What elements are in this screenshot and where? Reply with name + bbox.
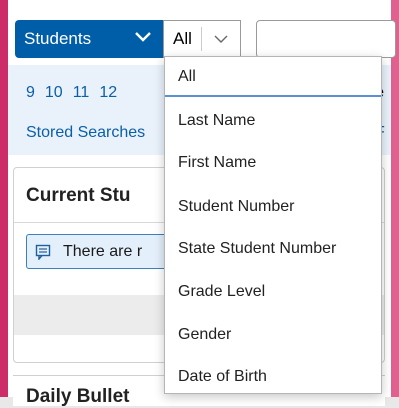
- left-accent-border: [0, 0, 8, 397]
- grade-link-10[interactable]: 10: [45, 84, 63, 102]
- select-separator: [201, 27, 202, 51]
- dropdown-option-highlight: [165, 57, 381, 97]
- record-type-select[interactable]: Students: [15, 20, 163, 58]
- dropdown-option-student-number[interactable]: Student Number: [178, 198, 295, 216]
- search-field-label: All: [173, 29, 192, 48]
- grade-level-links: 9 10 11 12: [26, 84, 117, 102]
- search-field-select[interactable]: All: [163, 20, 241, 58]
- dropdown-option-grade-level[interactable]: Grade Level: [178, 283, 265, 301]
- dropdown-option-date-of-birth[interactable]: Date of Birth: [178, 368, 267, 386]
- info-message-text: There are r: [63, 242, 143, 260]
- record-type-label: Students: [24, 29, 92, 48]
- grade-link-12[interactable]: 12: [99, 84, 117, 102]
- stored-searches-link[interactable]: Stored Searches: [26, 124, 145, 142]
- panel-title: Current Stu: [26, 185, 131, 206]
- dropdown-option-first-name[interactable]: First Name: [178, 154, 256, 172]
- search-field-dropdown: All Last Name First Name Student Number …: [164, 56, 382, 394]
- search-input[interactable]: [256, 20, 396, 58]
- chevron-down-icon: [135, 32, 151, 42]
- dropdown-option-last-name[interactable]: Last Name: [178, 112, 255, 130]
- right-accent-border: [391, 0, 399, 397]
- grade-link-9[interactable]: 9: [26, 84, 35, 102]
- grade-link-11[interactable]: 11: [73, 84, 90, 102]
- bottom-panel-title: Daily Bullet: [26, 386, 130, 407]
- chevron-down-icon: [214, 35, 228, 43]
- dropdown-option-state-student-number[interactable]: State Student Number: [178, 240, 336, 258]
- dropdown-option-all[interactable]: All: [178, 68, 196, 86]
- dropdown-option-gender[interactable]: Gender: [178, 326, 231, 344]
- message-icon: [35, 244, 51, 260]
